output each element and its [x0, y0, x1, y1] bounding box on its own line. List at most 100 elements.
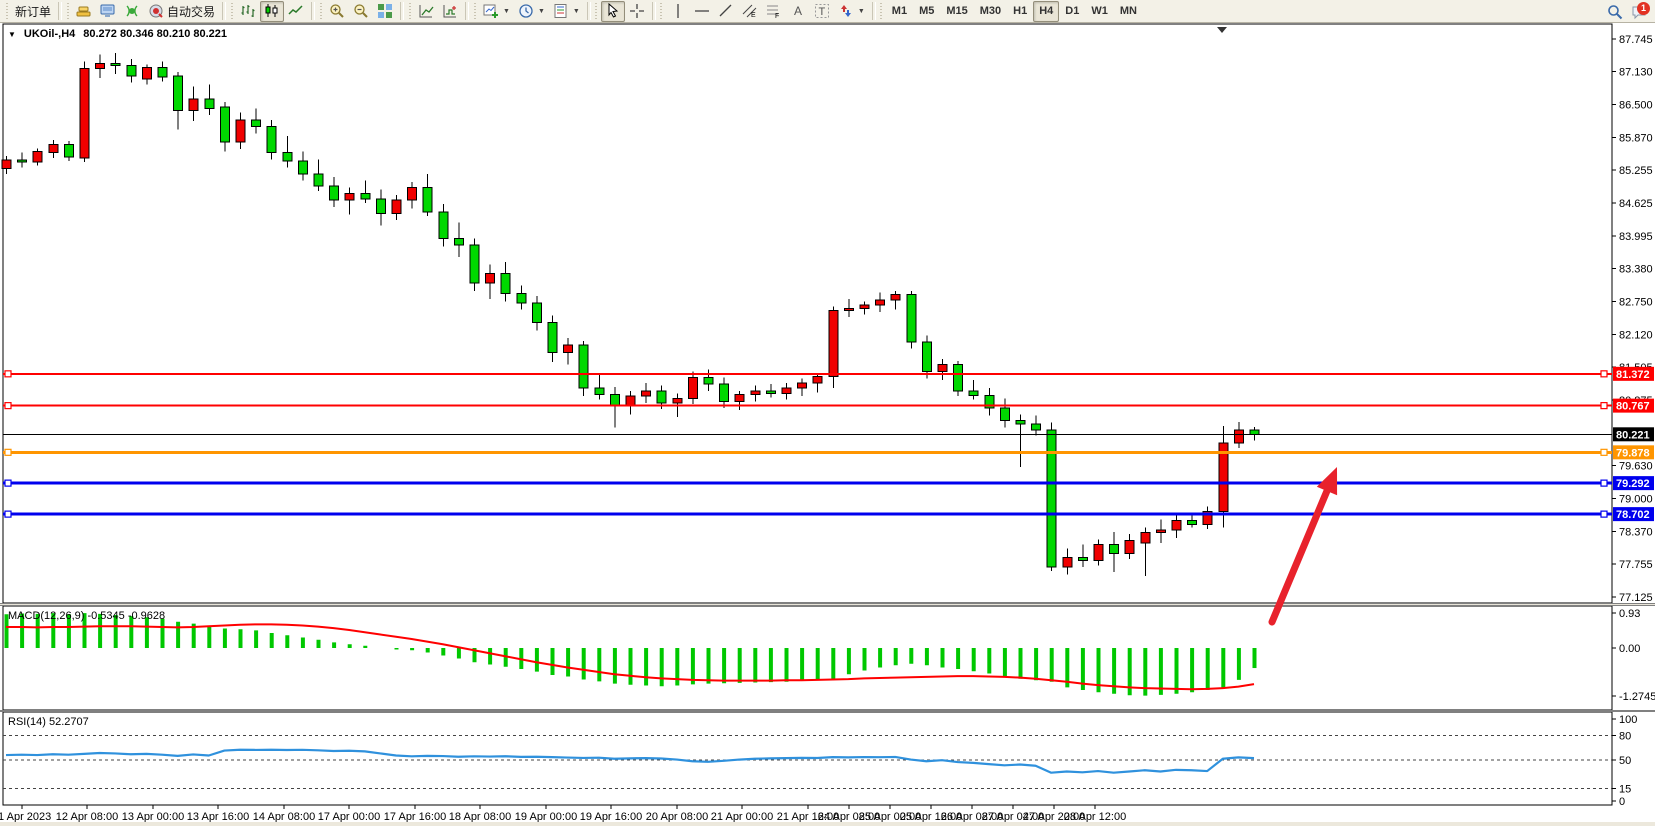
bar-chart-icon: [240, 3, 256, 19]
cursor-icon: [605, 3, 621, 19]
zoom-in-icon: [329, 3, 345, 19]
toolbar-grip: [230, 3, 233, 19]
svg-text:83.380: 83.380: [1619, 263, 1653, 275]
notification-badge: 1: [1637, 2, 1650, 15]
timeframe-w1-button-label: W1: [1091, 5, 1108, 17]
dropdown-caret-icon[interactable]: ▼: [503, 8, 510, 15]
toolbar-separator: [652, 2, 656, 20]
zoom-in-button[interactable]: [325, 1, 349, 22]
new-order-button[interactable]: 新订单: [11, 1, 55, 22]
navigator-button[interactable]: [120, 1, 144, 22]
timeframe-h1-button[interactable]: H1: [1007, 1, 1033, 22]
indicator-add-button[interactable]: [438, 1, 462, 22]
vertical-line-button[interactable]: [666, 1, 690, 22]
cursor-button[interactable]: [601, 1, 625, 22]
crosshair-button[interactable]: [625, 1, 649, 22]
timeframe-m30-button[interactable]: M30: [974, 1, 1007, 22]
svg-text:85.255: 85.255: [1619, 165, 1653, 177]
dropdown-caret-icon[interactable]: ▼: [573, 8, 580, 15]
toolbar-grip: [595, 3, 598, 19]
timeframe-h4-button[interactable]: H4: [1033, 1, 1059, 22]
fibonacci-button[interactable]: F: [762, 1, 786, 22]
timeframe-m1-button[interactable]: M1: [886, 1, 913, 22]
new-order-button-label: 新订单: [15, 3, 51, 20]
indicator-window-icon: [418, 3, 434, 19]
clock-icon: [518, 3, 534, 19]
horizontal-line-icon: [694, 3, 710, 19]
svg-text:A: A: [794, 4, 802, 18]
arrows-button[interactable]: ▼: [834, 1, 869, 22]
svg-text:80.221: 80.221: [1616, 429, 1650, 441]
trendline-icon: [718, 3, 734, 19]
dropdown-caret-icon[interactable]: ▼: [538, 8, 545, 15]
timeframe-d1-button[interactable]: D1: [1059, 1, 1085, 22]
rsi-axis-tick: 50: [1619, 755, 1631, 767]
timeframe-m5-button[interactable]: M5: [913, 1, 940, 22]
svg-text:77.125: 77.125: [1619, 592, 1653, 604]
line-handle[interactable]: [1601, 480, 1607, 486]
rsi-axis-tick: 15: [1619, 784, 1631, 796]
line-handle[interactable]: [5, 403, 11, 409]
rsi-axis-tick: 0: [1619, 796, 1625, 808]
zoom-out-icon: [353, 3, 369, 19]
svg-text:83.995: 83.995: [1619, 231, 1653, 243]
svg-text:79.630: 79.630: [1619, 460, 1653, 472]
timeframe-m15-button[interactable]: M15: [940, 1, 973, 22]
svg-text:87.130: 87.130: [1619, 66, 1653, 78]
arrows-icon: [838, 3, 854, 19]
autotrading-button[interactable]: 自动交易: [144, 1, 219, 22]
line-handle[interactable]: [1601, 449, 1607, 455]
chart-dropdown-caret[interactable]: ▼: [8, 30, 16, 39]
dropdown-caret-icon[interactable]: ▼: [858, 8, 865, 15]
toolbar-grip: [660, 3, 663, 19]
text-button[interactable]: A: [786, 1, 810, 22]
trendline-button[interactable]: [714, 1, 738, 22]
line-chart-button[interactable]: [284, 1, 308, 22]
channel-button[interactable]: E: [738, 1, 762, 22]
market-watch-button[interactable]: [72, 1, 96, 22]
indicator-window-button[interactable]: [414, 1, 438, 22]
label-button[interactable]: T: [810, 1, 834, 22]
template-icon: [553, 3, 569, 19]
period-button[interactable]: ▼: [514, 1, 549, 22]
template-button[interactable]: ▼: [549, 1, 584, 22]
text-label-icon: T: [814, 3, 830, 19]
toolbar-separator: [465, 2, 469, 20]
autotrading-icon: [148, 3, 164, 19]
candlestick-button[interactable]: [260, 1, 284, 22]
line-handle[interactable]: [5, 480, 11, 486]
macd-panel: [3, 606, 1612, 710]
rsi-label: RSI(14) 52.2707: [8, 716, 89, 728]
macd-axis-tick: -1.2745: [1619, 691, 1655, 703]
horizontal-line-button[interactable]: [690, 1, 714, 22]
tile-windows-button[interactable]: [373, 1, 397, 22]
line-chart-icon: [288, 3, 304, 19]
bar-chart-button[interactable]: [236, 1, 260, 22]
tile-windows-icon: [377, 3, 393, 19]
line-handle[interactable]: [5, 511, 11, 517]
chart-area[interactable]: 87.74587.13086.50085.87085.25584.62583.9…: [0, 23, 1655, 826]
notifications-button[interactable]: 1: [1627, 1, 1651, 22]
svg-text:E: E: [751, 12, 756, 19]
rsi-axis-tick: 80: [1619, 730, 1631, 742]
new-chart-button[interactable]: ▼: [479, 1, 514, 22]
line-handle[interactable]: [1601, 371, 1607, 377]
zoom-out-button[interactable]: [349, 1, 373, 22]
price-axis: 87.74587.13086.50085.87085.25584.62583.9…: [1612, 34, 1654, 604]
timeframe-w1-button[interactable]: W1: [1085, 1, 1114, 22]
line-handle[interactable]: [1601, 403, 1607, 409]
toolbar-separator: [400, 2, 404, 20]
search-button[interactable]: [1603, 1, 1627, 22]
line-handle[interactable]: [5, 371, 11, 377]
line-handle[interactable]: [5, 449, 11, 455]
add-chart-icon: [483, 3, 499, 19]
chart-canvas[interactable]: 87.74587.13086.50085.87085.25584.62583.9…: [0, 23, 1655, 826]
data-window-button[interactable]: [96, 1, 120, 22]
timeframe-mn-button[interactable]: MN: [1114, 1, 1143, 22]
signal-icon: [124, 3, 140, 19]
text-icon: A: [790, 3, 806, 19]
symbol-name: UKOil-,H4: [24, 28, 75, 40]
ohlc-values: 80.272 80.346 80.210 80.221: [83, 28, 227, 40]
line-handle[interactable]: [1601, 511, 1607, 517]
svg-text:79.878: 79.878: [1616, 447, 1650, 459]
